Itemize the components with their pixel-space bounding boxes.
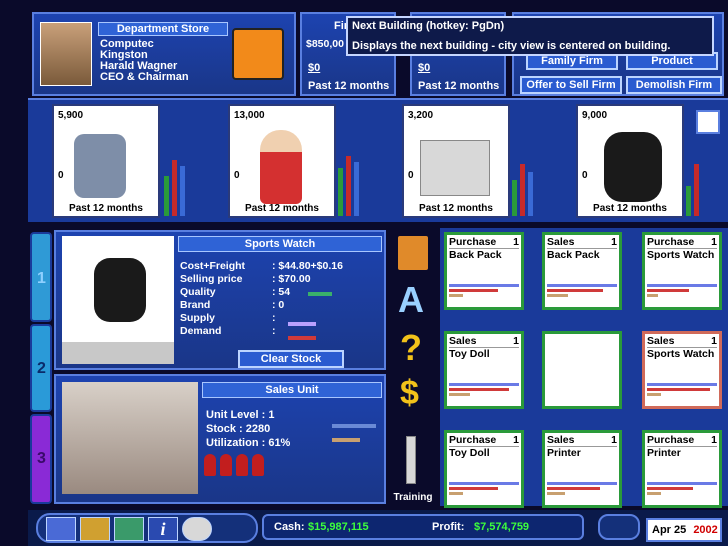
unit-stock: Stock : 2280 <box>206 423 271 435</box>
chart-toggle-icon[interactable] <box>696 110 720 134</box>
product-info-panel: Sports Watch Cost+Freight: $44.80+$0.16 … <box>54 230 386 370</box>
previous-building-icon[interactable] <box>182 517 212 541</box>
cash-value: $15,987,115 <box>308 521 369 533</box>
advertising-icon[interactable]: A <box>398 282 424 318</box>
year-label: 2002 <box>693 524 718 536</box>
tools-icon[interactable] <box>46 517 76 541</box>
tile-sales-doll[interactable]: Sales 1 Toy Doll <box>444 331 524 409</box>
sales-bars-1 <box>164 110 200 216</box>
tooltip: Next Building (hotkey: PgDn) Displays th… <box>346 16 714 56</box>
printer-icon <box>420 140 490 196</box>
unit-title: Sales Unit <box>202 382 382 398</box>
tooltip-title: Next Building (hotkey: PgDn) <box>352 20 505 32</box>
tile-purchase-printer[interactable]: Purchase 1 Printer <box>642 430 722 508</box>
help-icon[interactable]: ? <box>400 330 422 366</box>
profit-value: $7,574,759 <box>474 521 530 533</box>
firm-info-panel: Department Store Computec Kingston Haral… <box>32 12 296 96</box>
watch-icon <box>604 132 662 202</box>
offer-sell-firm-button[interactable]: Offer to Sell Firm <box>520 76 622 94</box>
tile-sales-printer[interactable]: Sales 1 Printer <box>542 430 622 508</box>
side-tab-2[interactable]: 2 <box>30 324 52 412</box>
firm-val1: $0 <box>308 62 321 74</box>
profit-label: Profit: <box>432 521 465 533</box>
product-card-backpack[interactable]: 5,900 0 Past 12 months <box>52 104 160 218</box>
product-title: Sports Watch <box>178 236 382 252</box>
date-box: Apr 25 2002 <box>646 518 722 542</box>
unit-photo <box>62 382 198 494</box>
info-icon[interactable]: i <box>148 517 178 541</box>
sales-bars-2 <box>338 110 374 216</box>
department-title: Department Store <box>98 22 228 36</box>
supply-bar <box>288 322 316 326</box>
backpack-icon <box>74 134 126 198</box>
demand-bar <box>288 336 316 340</box>
product-image <box>62 236 174 364</box>
tile-sales-backpack[interactable]: Sales 1 Back Pack <box>542 232 622 310</box>
past-months-1: Past 12 months <box>308 80 390 92</box>
utilization-bar <box>332 438 360 442</box>
stock-bar <box>332 424 376 428</box>
tool-column: A ? $ Training <box>388 230 438 504</box>
demolish-firm-button[interactable]: Demolish Firm <box>626 76 722 94</box>
sales-bars-3 <box>512 110 548 216</box>
firm-value: $850,00 <box>306 38 344 50</box>
signal-icon[interactable] <box>598 514 640 540</box>
tile-purchase-watch[interactable]: Purchase 1 Sports Watch <box>642 232 722 310</box>
staff-icons <box>204 454 272 476</box>
training-icon[interactable] <box>406 436 416 484</box>
product-card-printer[interactable]: 3,200 0 Past 12 months <box>402 104 510 218</box>
ceo-portrait <box>40 22 92 86</box>
date-label: Apr 25 <box>652 524 687 536</box>
training-label: Training <box>393 492 433 503</box>
sales-unit-panel: Sales Unit Unit Level : 1 Stock : 2280 U… <box>54 374 386 504</box>
product-card-doll[interactable]: 13,000 0 Past 12 months <box>228 104 336 218</box>
unit-utilization: Utilization : 61% <box>206 437 291 449</box>
bottom-icons: i <box>36 513 258 543</box>
tile-purchase-doll[interactable]: Purchase 1 Toy Doll <box>444 430 524 508</box>
firm-val2: $0 <box>418 62 431 74</box>
product-card-watch[interactable]: 9,000 0 Past 12 months <box>576 104 684 218</box>
finance-icon[interactable]: $ <box>400 376 419 410</box>
past-months-2: Past 12 months <box>418 80 500 92</box>
building-icon[interactable] <box>398 236 428 270</box>
doll-icon <box>260 130 302 204</box>
tile-purchase-backpack[interactable]: Purchase 1 Back Pack <box>444 232 524 310</box>
tile-sales-watch[interactable]: Sales 1 Sports Watch <box>642 331 722 409</box>
sales-bars-4 <box>686 150 722 216</box>
cash-profit-panel: Cash: $15,987,115 Profit: $7,574,759 <box>262 514 584 540</box>
unit-level: Unit Level : 1 <box>206 409 275 421</box>
watch-icon <box>94 258 146 322</box>
tile-empty[interactable] <box>542 331 622 409</box>
firm-logo <box>232 28 284 80</box>
quality-bar <box>308 292 332 296</box>
side-tab-1[interactable]: 1 <box>30 232 52 322</box>
city-map-icon[interactable] <box>80 517 110 541</box>
side-tab-3[interactable]: 3 <box>30 414 52 504</box>
world-map-icon[interactable] <box>114 517 144 541</box>
clear-stock-button[interactable]: Clear Stock <box>238 350 344 368</box>
cash-label: Cash: <box>274 521 305 533</box>
ceo-title: CEO & Chairman <box>100 71 189 83</box>
tooltip-desc: Displays the next building - city view i… <box>352 40 671 52</box>
